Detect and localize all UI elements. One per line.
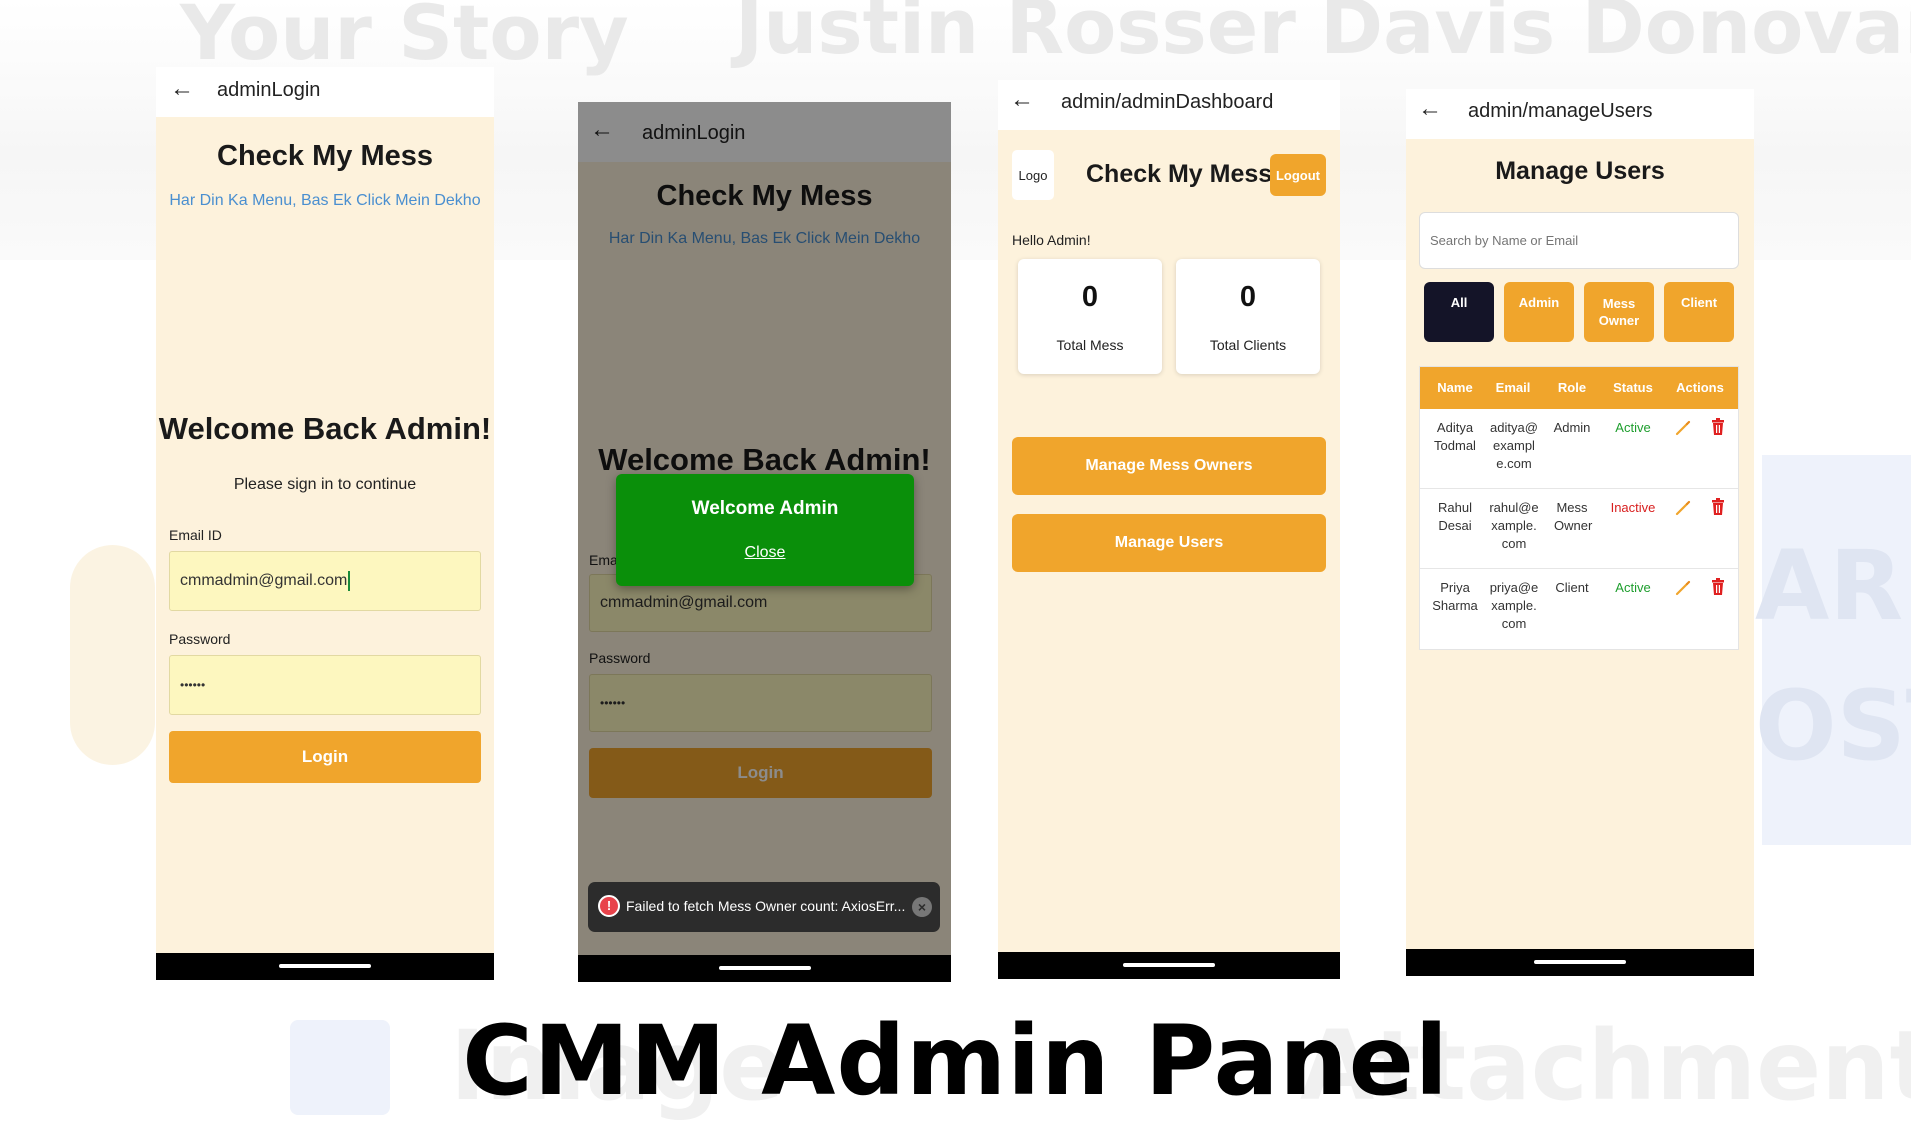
app-header: ← admin/manageUsers [1406,89,1754,139]
home-indicator[interactable] [279,964,371,968]
route-title: admin/adminDashboard [1061,91,1274,113]
text-cursor [348,571,351,591]
stat-label: Total Clients [1209,337,1287,353]
delete-trash-icon[interactable] [1710,498,1726,516]
status-badge: Active [1615,420,1651,435]
user-name: Priya Sharma [1432,580,1478,613]
app-title: Check My Mess [217,140,433,172]
column-header: Actions [1676,380,1724,395]
table-header: Name Email Role Status Actions [1420,367,1738,409]
popup-close-link[interactable]: Close [745,544,786,561]
home-indicator[interactable] [1534,960,1626,964]
user-name: Rahul Desai [1438,500,1472,533]
welcome-popup: Welcome Admin Close [616,474,914,586]
delete-trash-icon[interactable] [1710,578,1726,596]
stat-label: Total Mess [1056,337,1124,353]
background-word: Davis Donovan [1320,0,1911,71]
screen-admin-dashboard: ← admin/adminDashboard Logo Check My Mes… [998,80,1340,979]
user-role: Admin [1553,420,1591,435]
stat-card-total-mess: 0 Total Mess [1018,259,1162,374]
logout-button[interactable]: Logout [1270,154,1326,196]
user-email: aditya@example.com [1490,420,1538,471]
background-word: Your Story [180,0,629,77]
column-header: Name [1437,380,1473,395]
system-nav-bar [1406,949,1754,976]
error-icon: ! [598,895,620,917]
delete-trash-icon[interactable] [1710,418,1726,436]
email-value: cmmadmin@gmail.com [180,572,348,589]
manage-mess-owners-button[interactable]: Manage Mess Owners [1012,437,1326,495]
route-title: adminLogin [217,79,321,101]
filter-admin[interactable]: Admin [1504,282,1574,342]
column-header: Role [1557,380,1587,395]
status-badge: Inactive [1610,500,1656,515]
user-email: rahul@example.com [1489,500,1539,551]
popup-title: Welcome Admin [691,498,839,519]
user-role: Mess Owner [1554,500,1593,533]
status-badge: Active [1615,580,1651,595]
edit-pencil-icon[interactable] [1674,499,1692,517]
back-arrow-icon[interactable]: ← [170,75,194,103]
users-table: Name Email Role Status Actions Aditya To… [1419,366,1739,650]
background-panel [1762,455,1911,845]
stat-card-total-clients: 0 Total Clients [1176,259,1320,374]
user-name: Aditya Todmal [1434,420,1476,453]
user-role: Client [1555,580,1589,595]
page-title: Manage Users [1495,157,1665,185]
screen-admin-login: ← adminLogin Check My Mess Har Din Ka Me… [156,67,494,980]
welcome-heading: Welcome Back Admin! [158,411,492,446]
route-title: admin/manageUsers [1468,100,1653,122]
signin-subtitle: Please sign in to continue [233,476,417,493]
table-row: Priya Sharma priya@example.com Client Ac… [1420,569,1738,648]
filter-mess-owner[interactable]: Mess Owner [1584,282,1654,342]
system-nav-bar [998,952,1340,979]
toast-message: Failed to fetch Mess Owner count: AxiosE… [626,898,906,914]
password-label: Password [169,631,231,647]
email-label: Email ID [169,527,222,543]
column-header: Status [1613,380,1653,395]
back-arrow-icon[interactable]: ← [1010,86,1034,114]
edit-pencil-icon[interactable] [1674,419,1692,437]
back-arrow-icon[interactable]: ← [1418,95,1442,123]
home-indicator[interactable] [1123,963,1215,967]
app-title: Check My Mess [1086,160,1273,188]
app-header: ← admin/adminDashboard [998,80,1340,130]
app-header: ← adminLogin [156,67,494,117]
screen-admin-login-popup: ← adminLogin Check My Mess Har Din Ka Me… [578,102,951,982]
panel-caption: CMM Admin Panel [462,1005,1449,1117]
system-nav-bar [156,953,494,980]
greeting-text: Hello Admin! [1012,232,1091,248]
login-button[interactable]: Login [169,731,481,783]
logo-placeholder: Logo [1012,150,1054,200]
app-tagline: Har Din Ka Menu, Bas Ek Click Mein Dekho [169,192,481,209]
table-row: Rahul Desai rahul@example.com Mess Owner… [1420,489,1738,569]
search-input[interactable] [1419,212,1739,269]
user-email: priya@example.com [1489,580,1539,631]
error-toast: ! Failed to fetch Mess Owner count: Axio… [588,882,940,932]
system-nav-bar [578,955,951,982]
column-header: Email [1495,380,1531,395]
background-blob [70,545,155,765]
edit-pencil-icon[interactable] [1674,579,1692,597]
password-field[interactable]: •••••• [169,655,481,715]
table-row: Aditya Todmal aditya@example.com Admin A… [1420,409,1738,489]
stat-value: 0 [1239,281,1257,313]
background-word: ARE [1755,530,1911,642]
filter-all[interactable]: All [1424,282,1494,342]
toast-close-icon[interactable]: × [912,897,932,917]
password-value: •••••• [180,678,206,692]
stat-value: 0 [1081,281,1099,313]
filter-client[interactable]: Client [1664,282,1734,342]
background-word: OST [1755,670,1911,782]
background-word: Justin Rosser [735,0,1296,71]
manage-users-button[interactable]: Manage Users [1012,514,1326,572]
email-field[interactable]: cmmadmin@gmail.com [169,551,481,611]
screen-manage-users: ← admin/manageUsers Manage Users All Adm… [1406,89,1754,976]
home-indicator[interactable] [718,966,811,970]
